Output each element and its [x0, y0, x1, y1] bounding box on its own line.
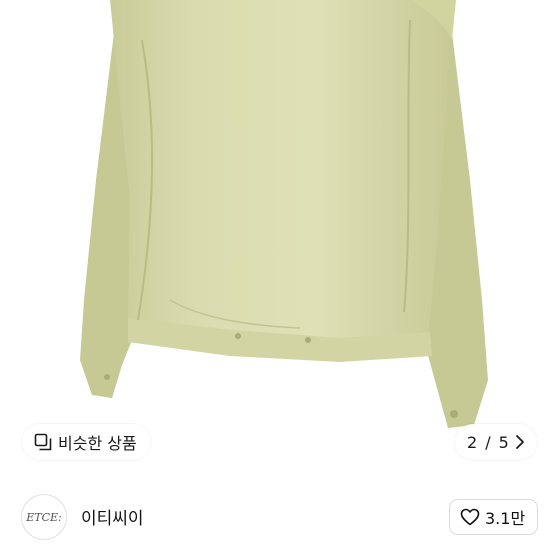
pager-separator: / [485, 432, 491, 452]
similar-products-button[interactable]: 비슷한 상품 [22, 424, 151, 460]
like-button[interactable]: 3.1만 [449, 499, 539, 535]
seller-name[interactable]: 이티씨이 [81, 504, 144, 529]
like-count: 3.1만 [485, 509, 526, 528]
seller-row: ETCE: 이티씨이 3.1만 [0, 490, 555, 555]
heart-icon [460, 508, 480, 526]
similar-products-label: 비슷한 상품 [58, 434, 137, 453]
avatar-logo-text: ETCE: [26, 510, 62, 524]
product-image[interactable] [0, 0, 555, 470]
pager-current: 2 [467, 432, 478, 452]
image-pager[interactable]: 2 / 5 [455, 424, 537, 460]
pager-total: 5 [498, 432, 509, 452]
jacket-illustration [80, 0, 488, 428]
chevron-right-icon[interactable] [515, 434, 525, 450]
seller-avatar[interactable]: ETCE: [21, 494, 67, 540]
similar-items-icon [34, 433, 52, 451]
